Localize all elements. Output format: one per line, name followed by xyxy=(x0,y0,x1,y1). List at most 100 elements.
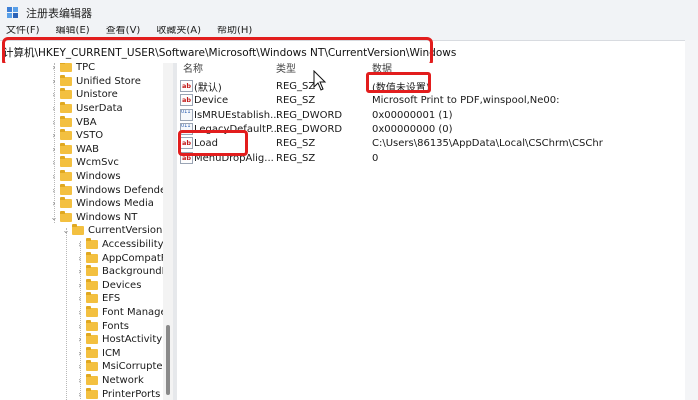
tree-item[interactable]: › Fonts xyxy=(76,319,129,333)
folder-icon xyxy=(60,102,72,114)
tree-item[interactable]: ⌄ Windows NT xyxy=(50,210,138,225)
value-type: REG_DWORD xyxy=(276,123,343,135)
folder-icon xyxy=(86,265,98,277)
tree-item[interactable]: › Devices xyxy=(76,278,142,293)
tree-item[interactable]: › Accessibility xyxy=(76,238,163,252)
folder-icon xyxy=(86,360,98,372)
list-row[interactable]: ab MenuDropAlig... REG_SZ 0 xyxy=(177,151,698,165)
value-type: REG_SZ xyxy=(276,80,316,92)
tree-item[interactable]: › Windows Media xyxy=(50,197,154,211)
list-row[interactable]: 011 110IsMRUEstablish...REG_DWORD 0x00000… xyxy=(177,108,698,122)
tree-item-label: Network xyxy=(102,375,144,387)
tree-item[interactable]: › UserData xyxy=(50,102,123,116)
title-bar: 注册表编辑器 xyxy=(0,0,698,26)
tree-item[interactable]: ›BackgroundModel xyxy=(76,265,163,279)
folder-icon xyxy=(86,278,98,290)
tree-item-label: WAB xyxy=(76,143,100,155)
tree-item-label: Windows xyxy=(76,171,121,183)
tree-guide-line xyxy=(80,241,81,400)
string-value-icon: ab xyxy=(180,80,193,92)
tree-item-label: AppCompatFlags xyxy=(102,252,163,264)
tree-item-label: Devices xyxy=(102,279,142,291)
tree-item-label: CurrentVersion xyxy=(88,225,163,237)
value-data: C:\Users\86135\AppData\Local\CSChrm\CSCh… xyxy=(372,137,603,149)
tree-item-label: Unistore xyxy=(76,89,118,101)
folder-icon xyxy=(86,306,98,318)
header-type[interactable]: 类型 xyxy=(276,63,296,75)
folder-icon xyxy=(60,88,72,100)
tree-item-label: VSTO xyxy=(76,130,104,142)
values-list[interactable]: 名称 类型 数据 ab (默认) REG_SZ (数值未设置) ab Device REG_… xyxy=(177,63,698,400)
tree-item-label: MsiCorruptedFileRecovery xyxy=(102,361,163,373)
value-type: REG_SZ xyxy=(276,152,316,164)
tree-item[interactable]: ⌄ CurrentVersion xyxy=(62,224,162,238)
folder-icon xyxy=(60,210,72,222)
tree-item-label: Windows Media xyxy=(76,198,154,210)
tree-item-label: HostActivityManager xyxy=(102,334,163,346)
window-edge xyxy=(685,40,698,400)
list-row[interactable]: ab Load REG_SZ C:\Users\86135\AppData\Local… xyxy=(177,136,698,150)
tree-item[interactable]: › PrinterPorts xyxy=(76,387,160,400)
tree-item[interactable]: ›Font Management xyxy=(76,306,163,320)
value-data: 0x00000001 (1) xyxy=(372,109,453,121)
folder-icon xyxy=(86,251,98,263)
tree-item-label: VBA xyxy=(76,116,97,128)
tree-guide-line xyxy=(54,63,55,223)
tree-item[interactable]: › WcmSvc xyxy=(50,156,119,170)
list-row[interactable]: 011 110LegacyDefaultP...REG_DWORD0x00000… xyxy=(177,122,698,136)
tree-item[interactable]: › Unistore xyxy=(50,88,118,102)
tree-item[interactable]: › TPC xyxy=(50,63,95,75)
binary-value-icon: 011 110 xyxy=(180,109,193,121)
value-name: IsMRUEstablish... xyxy=(194,109,280,121)
registry-tree[interactable]: › TPC › Unified Store › Unistore › UserData › VBA… xyxy=(0,63,163,400)
tree-item-label: Unified Store xyxy=(76,75,141,87)
folder-icon xyxy=(86,333,98,345)
value-type: REG_DWORD xyxy=(276,109,343,121)
folder-icon xyxy=(86,387,98,399)
list-row[interactable]: ab (默认) REG_SZ (数值未设置) xyxy=(177,79,698,94)
value-name: (默认) xyxy=(194,82,222,94)
tree-item-label: Font Management xyxy=(102,307,163,319)
tree-guide-line xyxy=(66,228,67,400)
folder-icon xyxy=(60,115,72,127)
tree-item[interactable]: ›HostActivityManager xyxy=(76,333,163,347)
value-name: Device xyxy=(194,94,229,106)
tree-item-label: Windows NT xyxy=(76,211,138,223)
tree-item-label: EFS xyxy=(102,293,121,305)
tree-item-label: BackgroundModel xyxy=(102,266,163,278)
tree-item[interactable]: › Unified Store xyxy=(50,74,141,89)
window-title: 注册表编辑器 xyxy=(26,7,92,20)
value-data: 0 xyxy=(372,152,379,164)
value-highlight-box xyxy=(366,72,431,93)
tree-item[interactable]: › WAB xyxy=(50,142,100,157)
mouse-cursor-icon xyxy=(313,70,327,91)
tree-item[interactable]: ›AppCompatFlags xyxy=(76,251,163,265)
string-value-icon: ab xyxy=(180,94,193,106)
folder-icon xyxy=(60,63,72,73)
tree-item-label: Accessibility xyxy=(102,239,163,251)
tree-scrollbar[interactable] xyxy=(163,63,173,400)
tree-item[interactable]: › ICM xyxy=(76,346,121,361)
tree-item[interactable]: › Windows Defender xyxy=(50,183,163,197)
tree-item-label: ICM xyxy=(102,347,121,359)
tree-scrollbar-thumb[interactable] xyxy=(166,325,170,395)
tree-item[interactable]: › EFS xyxy=(76,292,120,306)
folder-icon xyxy=(72,224,84,236)
tree-item[interactable]: ›MsiCorruptedFileRecovery xyxy=(76,360,163,374)
value-data: 0x00000000 (0) xyxy=(372,123,453,135)
value-type: REG_SZ xyxy=(276,137,316,149)
tree-item[interactable]: › Network xyxy=(76,374,144,388)
folder-icon xyxy=(60,197,72,209)
tree-item[interactable]: › Windows xyxy=(50,170,121,184)
value-type: REG_SZ xyxy=(276,94,316,106)
tree-item-label: Fonts xyxy=(102,320,129,332)
list-row[interactable]: ab Device REG_SZ Microsoft Print to PDF,win… xyxy=(177,93,698,107)
folder-icon xyxy=(86,292,98,304)
header-name[interactable]: 名称 xyxy=(183,63,203,75)
list-header: 名称 类型 数据 xyxy=(177,63,698,75)
tree-item[interactable]: › VSTO xyxy=(50,129,103,143)
folder-icon xyxy=(60,156,72,168)
tree-item-label: PrinterPorts xyxy=(102,388,161,400)
tree-item[interactable]: › VBA xyxy=(50,115,97,129)
folder-icon xyxy=(86,238,98,250)
